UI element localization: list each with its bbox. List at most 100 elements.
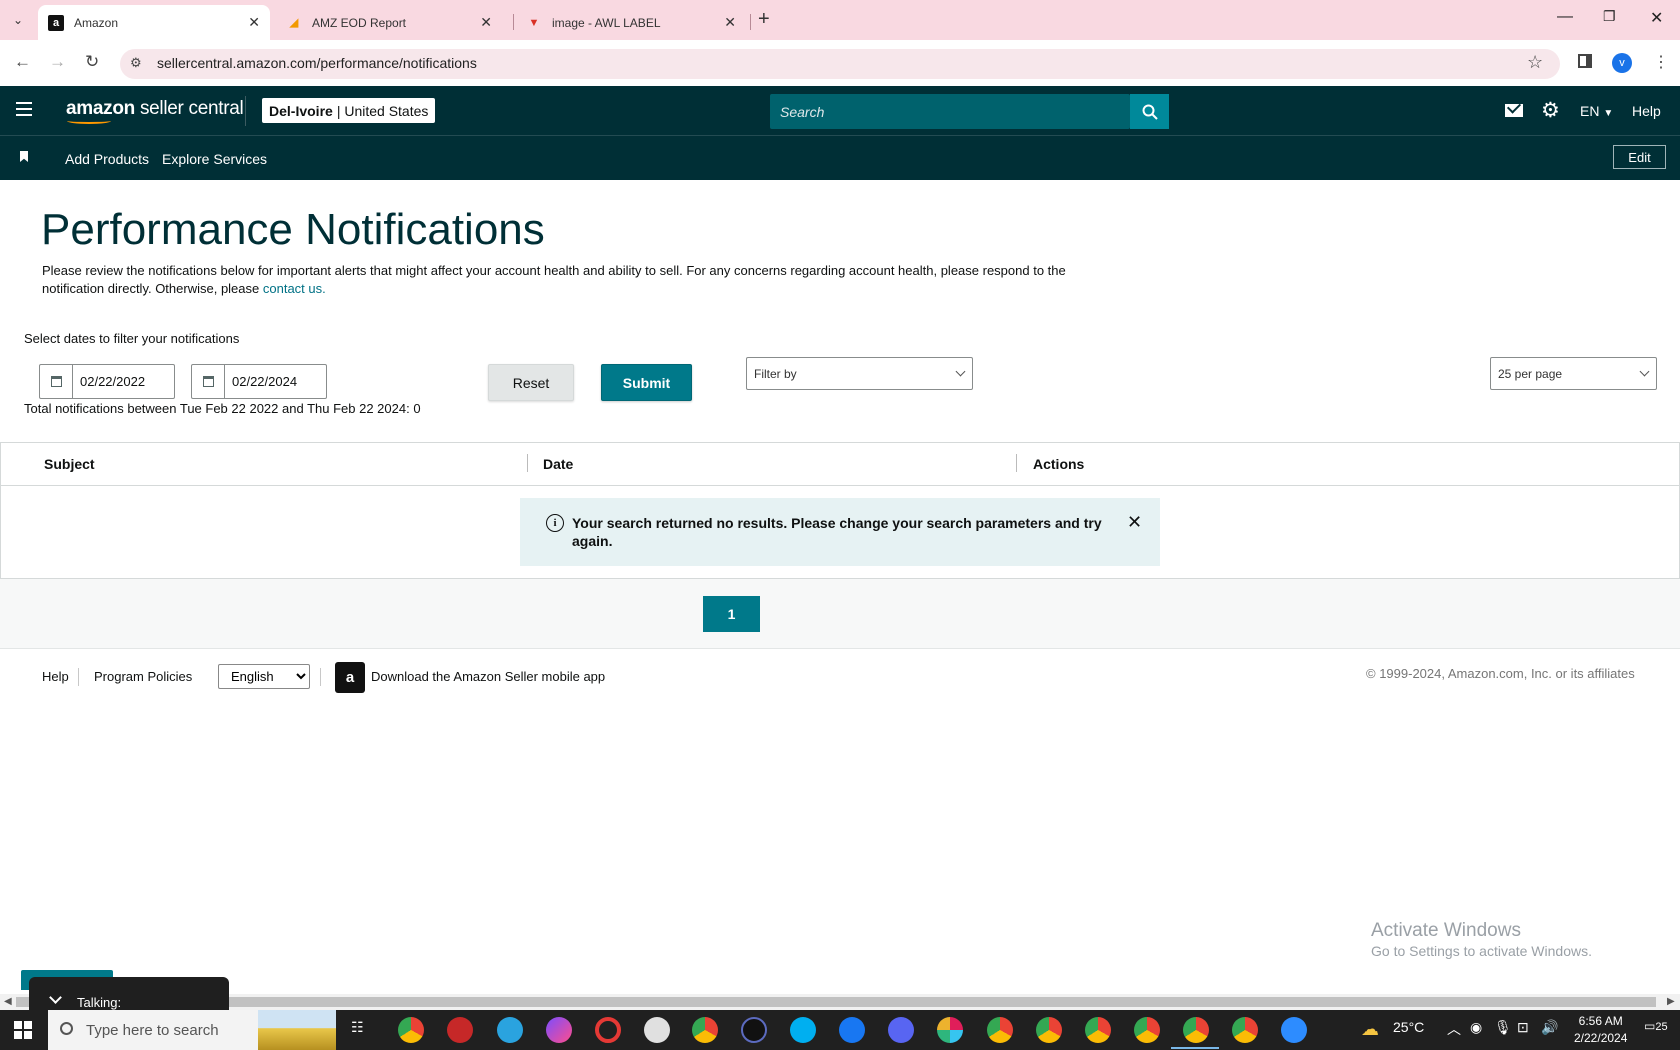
copyright-text: © 1999-2024, Amazon.com, Inc. or its aff… <box>1366 666 1635 681</box>
chrome-app-icon[interactable] <box>1085 1017 1111 1043</box>
weather-temperature[interactable]: 25°C <box>1393 1019 1424 1035</box>
clock-app-icon[interactable] <box>741 1017 767 1043</box>
store-region: United States <box>344 102 429 119</box>
slack-icon[interactable] <box>937 1017 963 1043</box>
contact-us-link[interactable]: contact us. <box>263 281 326 296</box>
back-arrow-icon[interactable]: ← <box>14 52 31 72</box>
filter-by-dropdown[interactable]: Filter by <box>746 357 973 390</box>
tab-amz-eod-report[interactable]: ◢ AMZ EOD Report ✕ <box>276 5 502 40</box>
telegram-icon[interactable] <box>497 1017 523 1043</box>
new-tab-icon[interactable]: + <box>758 8 770 31</box>
close-alert-icon[interactable]: ✕ <box>1127 512 1142 533</box>
nav-explore-services[interactable]: Explore Services <box>162 151 267 167</box>
volume-icon[interactable]: 🔊 <box>1541 1019 1558 1036</box>
language-selector[interactable]: EN ▼ <box>1580 103 1613 119</box>
footer-divider <box>320 668 321 686</box>
network-icon[interactable]: ⊡ <box>1517 1019 1529 1036</box>
search-icon <box>60 1022 73 1035</box>
gear-icon[interactable]: ⚙ <box>1541 98 1560 123</box>
total-notifications-text: Total notifications between Tue Feb 22 2… <box>24 401 421 416</box>
calendar-icon[interactable] <box>40 365 73 398</box>
close-tab-icon[interactable]: ✕ <box>480 14 492 31</box>
close-tab-icon[interactable]: ✕ <box>248 14 260 31</box>
amazon-app-icon[interactable]: a <box>335 662 365 693</box>
task-view-icon[interactable]: ☷ <box>351 1019 364 1036</box>
reset-button[interactable]: Reset <box>488 364 574 401</box>
nav-add-products[interactable]: Add Products <box>65 151 149 167</box>
footer-help-link[interactable]: Help <box>42 669 69 684</box>
opera-icon[interactable] <box>595 1017 621 1043</box>
notification-center-icon[interactable]: ▭25 <box>1644 1019 1668 1033</box>
seller-central-logo[interactable]: amazon seller central <box>66 98 244 120</box>
page-title: Performance Notifications <box>41 205 545 254</box>
facebook-icon[interactable] <box>839 1017 865 1043</box>
program-policies-link[interactable]: Program Policies <box>94 669 192 684</box>
header-divider <box>245 96 246 126</box>
app-icon[interactable] <box>644 1017 670 1043</box>
chrome-app-icon[interactable] <box>692 1017 718 1043</box>
profile-avatar[interactable]: v <box>1612 53 1632 73</box>
restore-icon[interactable]: ❐ <box>1603 8 1616 25</box>
download-app-link[interactable]: Download the Amazon Seller mobile app <box>371 669 605 684</box>
search-highlight-art <box>258 1010 336 1050</box>
footer-language-select[interactable]: English <box>218 664 310 689</box>
mail-icon[interactable] <box>1505 104 1523 117</box>
taskbar-clock[interactable]: 6:56 AM 2/22/2024 <box>1574 1013 1627 1047</box>
tab-search-chevron-icon[interactable]: ⌄ <box>6 8 30 32</box>
windows-start-icon[interactable] <box>14 1021 32 1039</box>
forward-arrow-icon[interactable]: → <box>49 52 66 72</box>
page-button-1[interactable]: 1 <box>703 596 760 632</box>
scrollbar-thumb[interactable] <box>16 997 1656 1007</box>
edit-nav-button[interactable]: Edit <box>1613 145 1666 169</box>
scroll-left-icon[interactable]: ◀ <box>4 996 12 1007</box>
bookmark-star-icon[interactable]: ☆ <box>1527 52 1543 73</box>
column-header-date[interactable]: Date <box>543 456 573 472</box>
hamburger-menu-icon[interactable] <box>16 102 32 116</box>
discord-icon[interactable] <box>888 1017 914 1043</box>
chrome-app-icon[interactable] <box>1232 1017 1258 1043</box>
reload-icon[interactable]: ↻ <box>85 52 99 72</box>
app-icon[interactable] <box>447 1017 473 1043</box>
info-icon: i <box>546 514 564 532</box>
caret-down-icon: ▼ <box>1603 108 1614 119</box>
chrome-app-icon[interactable] <box>1183 1017 1209 1043</box>
side-panel-icon[interactable] <box>1578 54 1592 68</box>
close-tab-icon[interactable]: ✕ <box>724 14 736 31</box>
search-button[interactable] <box>1130 94 1169 129</box>
site-settings-icon[interactable]: ⚙ <box>130 55 142 71</box>
messenger-icon[interactable] <box>546 1017 572 1043</box>
window-close-icon[interactable]: ✕ <box>1650 8 1663 28</box>
column-header-subject[interactable]: Subject <box>44 456 95 472</box>
scroll-right-icon[interactable]: ▶ <box>1667 996 1675 1007</box>
no-results-message: Your search returned no results. Please … <box>572 515 1102 549</box>
browser-menu-icon[interactable]: ⋮ <box>1653 52 1669 72</box>
chrome-app-icon[interactable] <box>987 1017 1013 1043</box>
chevron-down-icon <box>1639 366 1650 377</box>
chrome-app-icon[interactable] <box>398 1017 424 1043</box>
weather-icon[interactable]: ☁ <box>1361 1019 1379 1040</box>
end-date-input[interactable] <box>232 365 322 398</box>
chrome-app-icon[interactable] <box>1036 1017 1062 1043</box>
per-page-dropdown[interactable]: 25 per page <box>1490 357 1657 390</box>
tab-image-awl-label[interactable]: ▼ image - AWL LABEL ✕ <box>516 5 746 40</box>
microphone-icon[interactable]: 🎙 <box>1494 1019 1512 1036</box>
chevron-down-icon <box>49 991 62 1004</box>
search-input[interactable] <box>780 94 1120 129</box>
calendar-icon[interactable] <box>192 365 225 398</box>
tab-amazon[interactable]: a Amazon ✕ <box>38 5 270 40</box>
chevron-down-icon <box>955 366 966 377</box>
tab-divider <box>513 14 514 30</box>
header-help-link[interactable]: Help <box>1632 103 1661 119</box>
zoom-icon[interactable] <box>1281 1017 1307 1043</box>
pagination-bar <box>0 579 1680 649</box>
chrome-app-icon[interactable] <box>1134 1017 1160 1043</box>
tray-chevron-icon[interactable]: ︿ <box>1447 1019 1461 1039</box>
skype-icon[interactable] <box>790 1017 816 1043</box>
store-switcher[interactable]: Del-Ivoire | United States <box>262 98 436 123</box>
record-icon[interactable]: ◉ <box>1470 1019 1482 1036</box>
submit-button[interactable]: Submit <box>601 364 692 401</box>
taskbar-search-input[interactable] <box>86 1018 246 1042</box>
url-text[interactable]: sellercentral.amazon.com/performance/not… <box>157 55 477 71</box>
start-date-input[interactable] <box>80 365 170 398</box>
minimize-icon[interactable]: — <box>1557 8 1573 26</box>
